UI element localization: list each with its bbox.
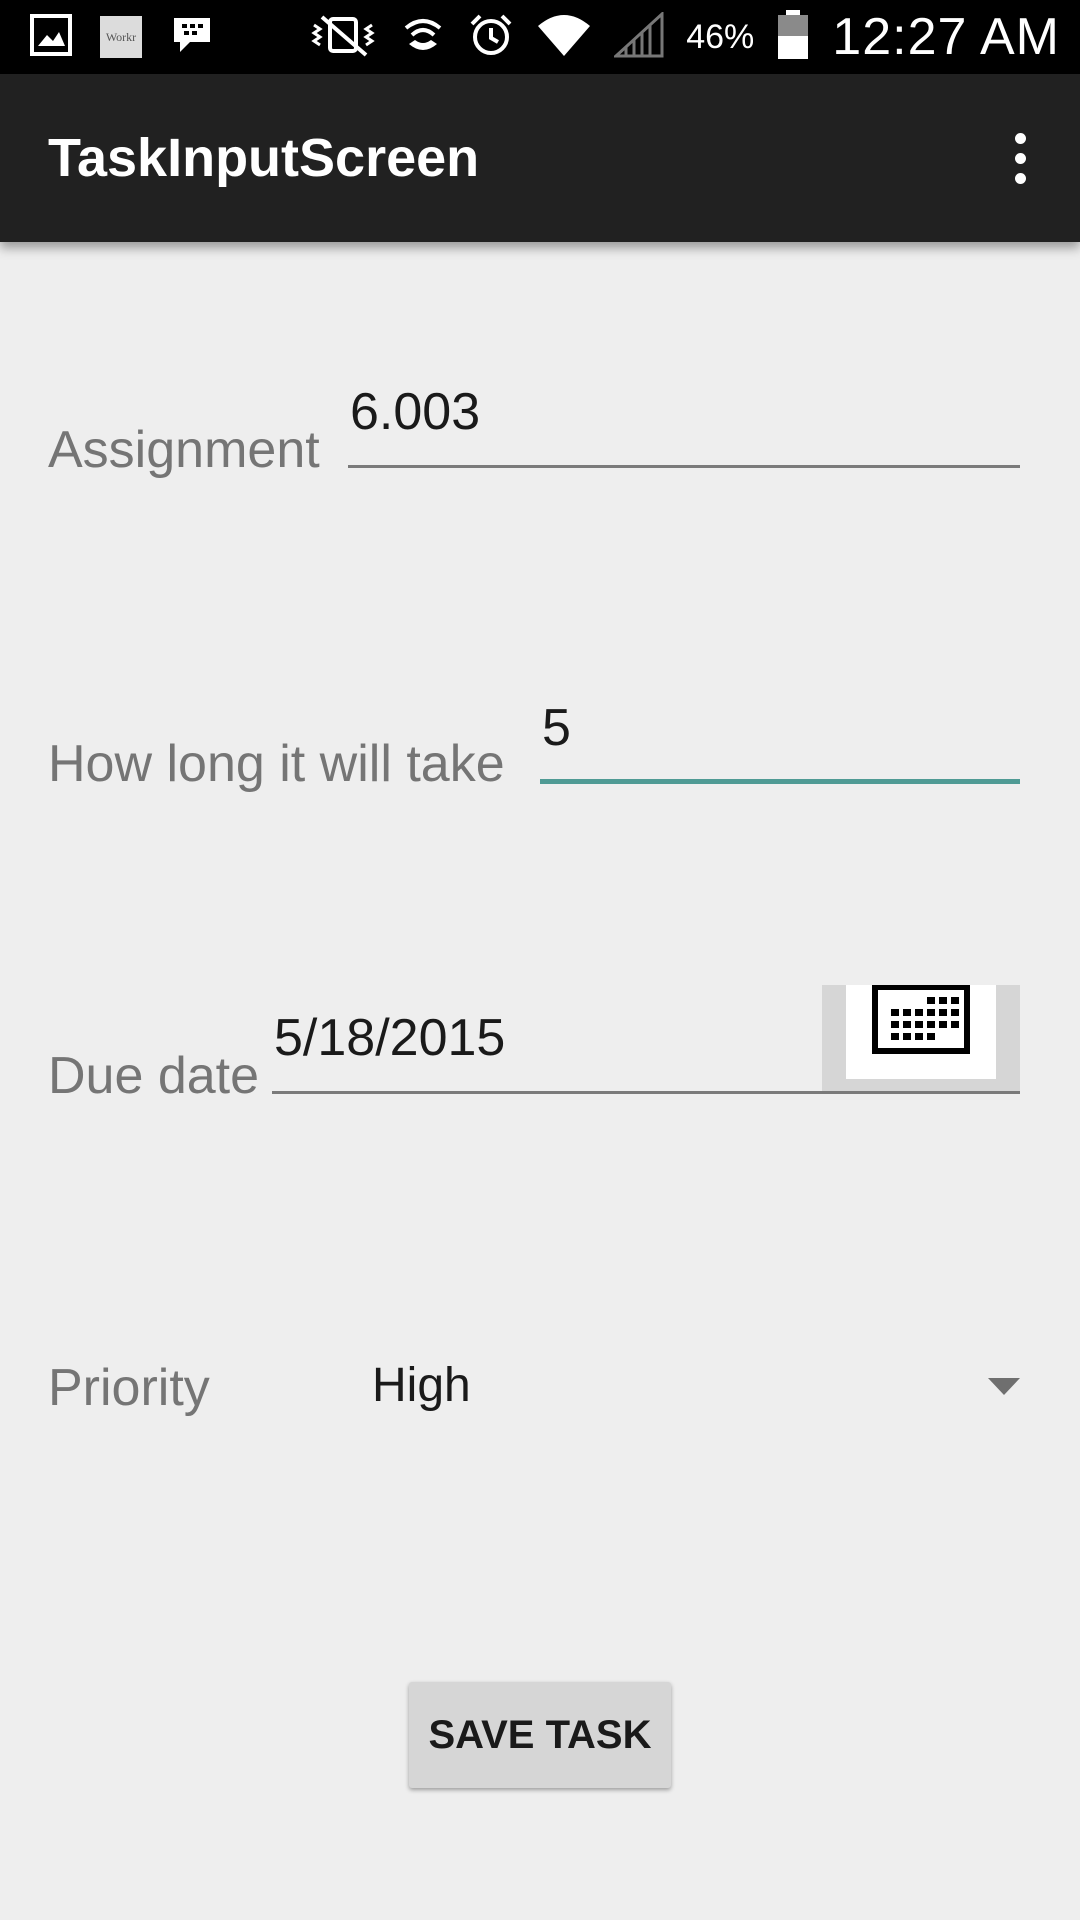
duration-input[interactable]: 5: [540, 684, 1020, 784]
duration-value: 5: [542, 699, 571, 757]
wifi-icon: [536, 12, 592, 63]
bbm-icon: [170, 14, 214, 61]
assignment-label: Assignment: [48, 421, 320, 479]
due-date-value: 5/18/2015: [274, 1009, 506, 1067]
calendar-icon-container: [846, 985, 996, 1079]
worker-app-icon: Workr: [100, 16, 142, 58]
battery-icon: [776, 9, 810, 65]
action-bar: TaskInputScreen: [0, 74, 1080, 242]
alarm-icon: [468, 12, 514, 63]
status-clock: 12:27 AM: [832, 8, 1060, 66]
assignment-underline: [348, 465, 1020, 468]
assignment-value: 6.003: [350, 383, 481, 441]
priority-selected-value: High: [372, 1359, 471, 1412]
more-vert-icon[interactable]: [980, 118, 1060, 198]
priority-label: Priority: [48, 1359, 210, 1417]
calendar-icon: [872, 985, 970, 1054]
dropdown-arrow-icon: [988, 1378, 1020, 1395]
status-bar-notifications: Workr: [30, 13, 214, 61]
gallery-icon: [30, 13, 72, 61]
vibrate-mute-icon: [308, 13, 378, 62]
wifi-calling-icon: [400, 12, 446, 63]
due-date-underline: [272, 1091, 1020, 1094]
save-task-button[interactable]: SAVE TASK: [409, 1682, 671, 1788]
status-bar-system: 46% 12:27 AM: [308, 0, 1060, 74]
date-picker-button[interactable]: [822, 985, 1020, 1091]
assignment-input[interactable]: 6.003: [348, 370, 1020, 468]
priority-dropdown[interactable]: High: [360, 1340, 1020, 1440]
worker-badge-text: Workr: [105, 29, 137, 44]
due-date-label: Due date: [48, 1047, 260, 1105]
duration-label: How long it will take: [48, 735, 505, 793]
app-title: TaskInputScreen: [48, 128, 480, 188]
status-bar: Workr 46% 12:27 AM: [0, 0, 1080, 74]
signal-icon: [612, 10, 664, 63]
duration-underline: [540, 779, 1020, 784]
battery-percent: 46%: [686, 17, 755, 56]
